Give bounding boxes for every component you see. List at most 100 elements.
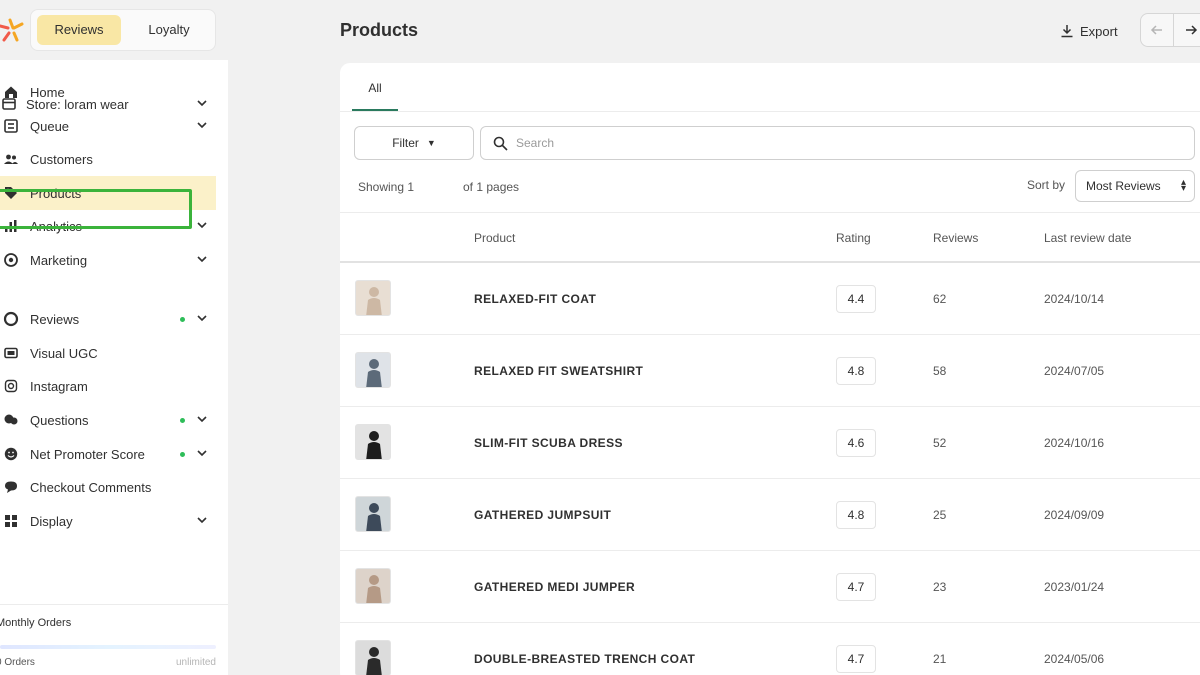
product-thumbnail bbox=[355, 568, 391, 604]
table-row[interactable]: GATHERED MEDI JUMPER 4.7 23 2023/01/24 bbox=[340, 551, 1200, 623]
chevron-down-icon[interactable] bbox=[196, 219, 208, 234]
monthly-orders-count: 0 Orders bbox=[0, 657, 35, 668]
pagination bbox=[1140, 13, 1200, 47]
sidebar-item-checkout-comments[interactable]: Checkout Comments bbox=[0, 470, 216, 504]
showing-text: Showing 1 bbox=[358, 180, 415, 194]
nps-icon bbox=[2, 445, 20, 463]
review-count: 62 bbox=[933, 292, 947, 306]
sidebar-item-instagram[interactable]: Instagram bbox=[0, 369, 216, 403]
status-dot bbox=[180, 418, 185, 423]
sidebar-item-queue[interactable]: Queue bbox=[0, 109, 216, 143]
monthly-orders-limit: unlimited bbox=[175, 657, 216, 668]
status-dot bbox=[180, 317, 185, 322]
sidebar-item-label: Home bbox=[30, 84, 65, 100]
filter-label: Filter bbox=[392, 136, 419, 150]
queue-icon bbox=[2, 117, 20, 135]
sidebar: Reviews Loyalty Store: loram wear Home Qu… bbox=[0, 0, 228, 675]
search-icon bbox=[493, 136, 508, 151]
sidebar-item-net-promoter-score[interactable]: Net Promoter Score bbox=[0, 437, 216, 471]
sidebar-item-customers[interactable]: Customers bbox=[0, 142, 216, 176]
product-name[interactable]: GATHERED JUMPSUIT bbox=[474, 508, 611, 522]
review-count: 23 bbox=[933, 580, 947, 594]
sidebar-item-label: Customers bbox=[30, 151, 93, 167]
column-header-reviews[interactable]: Reviews bbox=[933, 231, 978, 245]
product-thumbnail bbox=[355, 352, 391, 388]
column-header-last-review-date[interactable]: Last review date bbox=[1044, 231, 1131, 245]
sidebar-item-label: Net Promoter Score bbox=[30, 446, 145, 462]
search-field bbox=[480, 126, 1195, 160]
table-row[interactable]: RELAXED FIT SWEATSHIRT 4.8 58 2024/07/05 bbox=[340, 335, 1200, 407]
product-name[interactable]: SLIM-FIT SCUBA DRESS bbox=[474, 436, 623, 450]
arrow-left-icon bbox=[1150, 25, 1162, 35]
sidebar-item-display[interactable]: Display bbox=[0, 504, 216, 538]
export-button[interactable]: Export bbox=[1060, 19, 1118, 43]
sidebar-item-label: Queue bbox=[30, 118, 70, 134]
brand-logo bbox=[0, 14, 24, 46]
product-thumbnail bbox=[355, 424, 391, 460]
sort-arrows-icon: ▴ ▾ bbox=[1180, 177, 1186, 194]
products-card: All Filter ▼ Showing 1 of 1 pages Sort b… bbox=[340, 63, 1200, 675]
arrow-right-icon bbox=[1185, 25, 1197, 35]
nav-panel: Store: loram wear Home Queue Customers Prod… bbox=[0, 60, 228, 675]
table-row[interactable]: GATHERED JUMPSUIT 4.8 25 2024/09/09 bbox=[340, 479, 1200, 551]
product-name[interactable]: GATHERED MEDI JUMPER bbox=[474, 580, 635, 594]
status-dot bbox=[180, 452, 185, 457]
product-name[interactable]: RELAXED-FIT COAT bbox=[474, 292, 596, 306]
app-tab-loyalty[interactable]: Loyalty bbox=[127, 15, 211, 45]
chevron-down-icon[interactable] bbox=[196, 119, 208, 134]
export-label: Export bbox=[1080, 23, 1118, 39]
last-review-date: 2024/07/05 bbox=[1044, 364, 1105, 378]
sidebar-item-questions[interactable]: Questions bbox=[0, 403, 216, 437]
last-review-date: 2024/05/06 bbox=[1044, 652, 1105, 666]
sidebar-item-label: Questions bbox=[30, 412, 89, 428]
chevron-down-icon[interactable] bbox=[196, 312, 208, 327]
previous-page-button[interactable] bbox=[1141, 14, 1174, 46]
chevron-down-icon[interactable] bbox=[196, 253, 208, 268]
table-top-divider bbox=[340, 212, 1200, 213]
filter-button[interactable]: Filter ▼ bbox=[354, 126, 474, 160]
chevron-down-icon[interactable] bbox=[196, 514, 208, 529]
sidebar-item-analytics[interactable]: Analytics bbox=[0, 209, 216, 243]
tab-all[interactable]: All bbox=[352, 77, 398, 111]
sidebar-item-home[interactable]: Home bbox=[0, 75, 216, 109]
sidebar-item-label: Analytics bbox=[30, 218, 83, 234]
table-row[interactable]: SLIM-FIT SCUBA DRESS 4.6 52 2024/10/16 bbox=[340, 407, 1200, 479]
product-name[interactable]: DOUBLE-BREASTED TRENCH COAT bbox=[474, 652, 695, 666]
rating-badge: 4.7 bbox=[836, 573, 876, 601]
sidebar-item-label: Products bbox=[30, 185, 82, 201]
sidebar-item-visual-ugc[interactable]: Visual UGC bbox=[0, 336, 216, 370]
tag-icon bbox=[2, 184, 20, 202]
instagram-icon bbox=[2, 377, 20, 395]
sidebar-item-label: Visual UGC bbox=[30, 345, 98, 361]
table-row[interactable]: RELAXED-FIT COAT 4.4 62 2024/10/14 bbox=[340, 263, 1200, 335]
last-review-date: 2023/01/24 bbox=[1044, 580, 1105, 594]
table-row[interactable]: DOUBLE-BREASTED TRENCH COAT 4.7 21 2024/05/… bbox=[340, 623, 1200, 675]
reviews-icon bbox=[2, 310, 20, 328]
app-tab-reviews[interactable]: Reviews bbox=[37, 15, 121, 45]
next-page-button[interactable] bbox=[1174, 14, 1200, 46]
review-count: 25 bbox=[933, 508, 947, 522]
chevron-down-icon[interactable] bbox=[196, 447, 208, 462]
sort-select[interactable]: Most Reviews ▴ ▾ bbox=[1075, 170, 1195, 202]
review-count: 52 bbox=[933, 436, 947, 450]
questions-icon bbox=[2, 411, 20, 429]
product-thumbnail bbox=[355, 496, 391, 532]
search-input[interactable] bbox=[516, 136, 1156, 150]
sidebar-item-reviews[interactable]: Reviews bbox=[0, 302, 216, 336]
chevron-down-icon[interactable] bbox=[196, 413, 208, 428]
column-header-product[interactable]: Product bbox=[474, 231, 515, 245]
sidebar-item-marketing[interactable]: Marketing bbox=[0, 243, 216, 277]
analytics-icon bbox=[2, 217, 20, 235]
column-header-rating[interactable]: Rating bbox=[836, 231, 871, 245]
page-title: Products bbox=[340, 20, 419, 40]
sidebar-item-label: Checkout Comments bbox=[30, 479, 152, 495]
app-switcher: Reviews Loyalty bbox=[30, 9, 216, 51]
sidebar-item-label: Marketing bbox=[30, 252, 88, 268]
pages-text: of 1 pages bbox=[463, 180, 520, 194]
product-thumbnail bbox=[355, 640, 391, 675]
product-name[interactable]: RELAXED FIT SWEATSHIRT bbox=[474, 364, 643, 378]
rating-badge: 4.8 bbox=[836, 357, 876, 385]
monthly-orders-title: Monthly Orders bbox=[0, 617, 72, 629]
sidebar-item-products[interactable]: Products bbox=[0, 176, 216, 210]
sort-value: Most Reviews bbox=[1086, 179, 1161, 193]
